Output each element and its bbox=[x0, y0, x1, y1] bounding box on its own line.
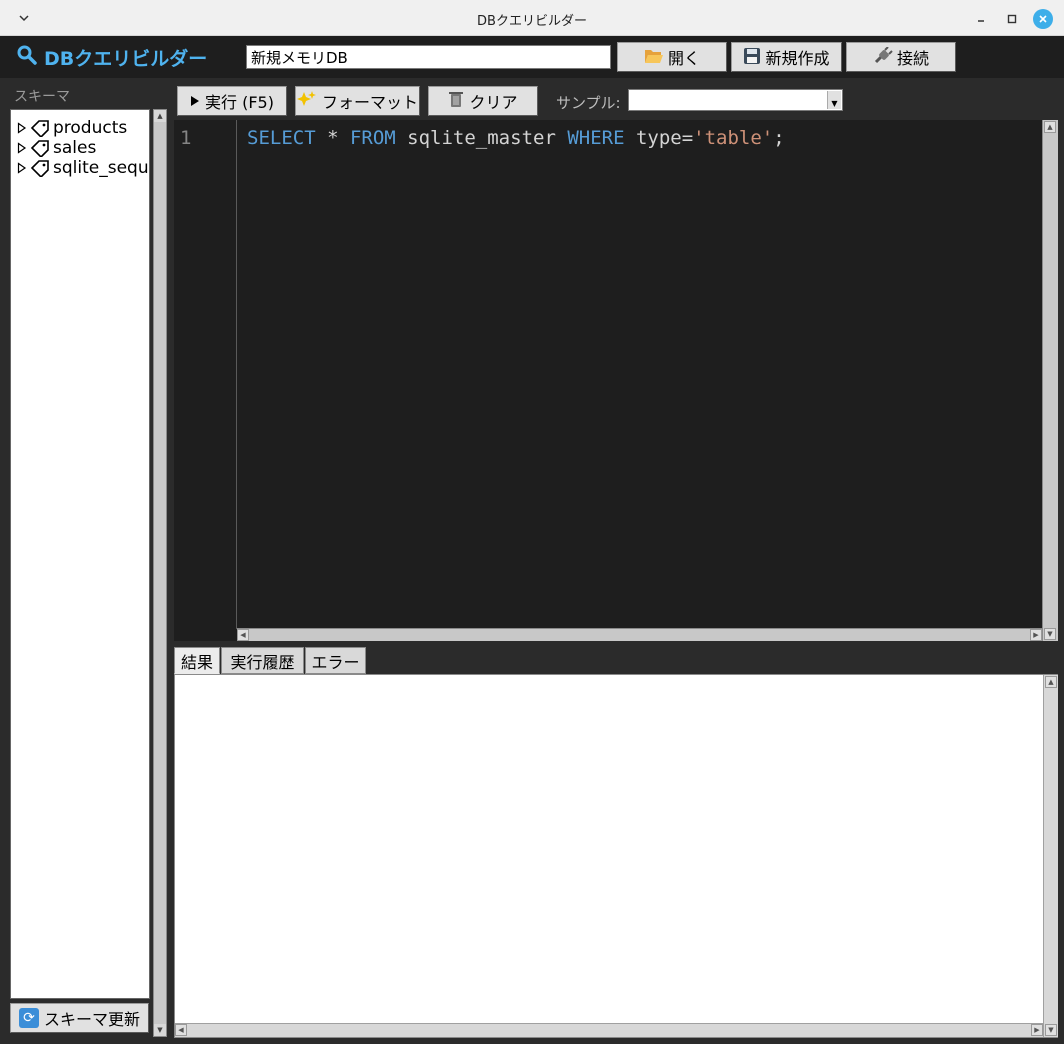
format-button-label: フォーマット bbox=[321, 93, 418, 112]
floppy-disk-icon bbox=[743, 47, 761, 68]
editor-horizontal-scrollbar[interactable]: ◀ ▶ bbox=[237, 628, 1042, 641]
sql-keyword: FROM bbox=[349, 127, 396, 149]
tab-history[interactable]: 実行履歴 bbox=[221, 647, 304, 674]
refresh-schema-label: スキーマ更新 bbox=[43, 1010, 140, 1029]
new-button[interactable]: 新規作成 bbox=[731, 42, 842, 72]
scroll-down-arrow-icon[interactable]: ▼ bbox=[1045, 1024, 1057, 1036]
result-tabs: 結果 実行履歴 エラー bbox=[174, 647, 1058, 674]
tab-errors[interactable]: エラー bbox=[305, 647, 366, 674]
schema-tree-item-sales[interactable]: sales bbox=[17, 138, 96, 158]
open-button-label: 開く bbox=[667, 49, 700, 68]
run-button-label: 実行 (F5) bbox=[205, 93, 274, 112]
editor-vertical-scrollbar[interactable]: ▲ ▼ bbox=[1042, 120, 1058, 641]
schema-table-name: sqlite_seque bbox=[53, 158, 150, 178]
dropdown-arrow-icon[interactable]: ▼ bbox=[827, 91, 841, 109]
scroll-down-arrow-icon[interactable]: ▼ bbox=[1044, 628, 1056, 640]
scroll-up-arrow-icon[interactable]: ▲ bbox=[1044, 121, 1056, 133]
close-button[interactable] bbox=[1032, 8, 1054, 30]
schema-table-name: sales bbox=[53, 138, 97, 158]
window-title: DBクエリビルダー bbox=[477, 14, 587, 29]
schema-tree[interactable]: products sales sqlite_seque bbox=[10, 109, 150, 999]
folder-open-icon bbox=[644, 47, 664, 68]
run-button[interactable]: 実行 (F5) bbox=[177, 86, 287, 116]
sql-editor[interactable]: 1 SELECT * FROM sqlite_master WHERE type… bbox=[174, 120, 1058, 641]
sample-label: サンプル: bbox=[556, 94, 621, 112]
expand-arrow-icon[interactable] bbox=[17, 142, 27, 154]
expand-arrow-icon[interactable] bbox=[17, 122, 27, 134]
sql-code[interactable]: SELECT * FROM sqlite_master WHERE type='… bbox=[247, 127, 785, 149]
scroll-right-arrow-icon[interactable]: ▶ bbox=[1030, 629, 1042, 641]
search-icon bbox=[16, 44, 38, 71]
scroll-left-arrow-icon[interactable]: ◀ bbox=[237, 629, 249, 641]
schema-scrollbar[interactable]: ▲ ▼ bbox=[153, 109, 167, 1037]
sql-string-literal: 'table' bbox=[693, 127, 774, 149]
scroll-down-arrow-icon[interactable]: ▼ bbox=[154, 1024, 166, 1036]
plug-icon bbox=[873, 45, 893, 68]
results-horizontal-scrollbar[interactable]: ◀ ▶ bbox=[175, 1023, 1043, 1037]
scroll-left-arrow-icon[interactable]: ◀ bbox=[175, 1024, 187, 1036]
clear-button-label: クリア bbox=[469, 93, 518, 112]
schema-tree-item-sqlite-sequence[interactable]: sqlite_seque bbox=[17, 158, 150, 178]
format-button[interactable]: フォーマット bbox=[295, 86, 420, 116]
sql-keyword: SELECT bbox=[247, 127, 316, 149]
results-vertical-scrollbar[interactable]: ▲ ▼ bbox=[1043, 675, 1058, 1037]
minimize-button[interactable] bbox=[970, 8, 992, 30]
tab-results[interactable]: 結果 bbox=[174, 647, 220, 674]
app-header: DBクエリビルダー 開く 新規作成 接続 bbox=[0, 36, 1064, 78]
schema-tree-item-products[interactable]: products bbox=[17, 118, 127, 138]
refresh-icon: ⟳ bbox=[18, 1008, 39, 1028]
scroll-up-arrow-icon[interactable]: ▲ bbox=[1045, 676, 1057, 688]
schema-table-name: products bbox=[53, 118, 128, 138]
sql-text: * bbox=[315, 127, 350, 149]
schema-sidebar: スキーマ products sales sqlite_seque ▲ ▼ ⟳ ス… bbox=[0, 78, 170, 1044]
window-titlebar: DBクエリビルダー bbox=[0, 0, 1064, 36]
sql-text: type= bbox=[624, 127, 694, 149]
editor-toolbar: 実行 (F5) フォーマット クリア サンプル: ▼ bbox=[170, 78, 1064, 118]
refresh-schema-button[interactable]: ⟳ スキーマ更新 bbox=[10, 1003, 149, 1033]
trash-can-icon bbox=[448, 90, 464, 112]
expand-arrow-icon[interactable] bbox=[17, 162, 27, 174]
line-number: 1 bbox=[180, 127, 192, 149]
connect-button-label: 接続 bbox=[896, 49, 929, 68]
app-body: DBクエリビルダー 開く 新規作成 接続 スキーマ bbox=[0, 36, 1064, 1044]
sparkles-icon bbox=[296, 90, 317, 112]
maximize-button[interactable] bbox=[1001, 8, 1023, 30]
app-title: DBクエリビルダー bbox=[44, 47, 208, 70]
sql-text: sqlite_master bbox=[395, 127, 568, 149]
sample-select[interactable]: ▼ bbox=[628, 89, 843, 111]
sql-keyword: WHERE bbox=[567, 127, 625, 149]
app-brand: DBクエリビルダー bbox=[16, 44, 207, 70]
new-button-label: 新規作成 bbox=[765, 49, 830, 68]
schema-label: スキーマ bbox=[14, 89, 70, 105]
table-tag-icon bbox=[30, 140, 49, 157]
line-number-gutter: 1 bbox=[174, 120, 237, 629]
table-tag-icon bbox=[30, 120, 49, 137]
scroll-up-arrow-icon[interactable]: ▲ bbox=[154, 110, 166, 122]
scroll-right-arrow-icon[interactable]: ▶ bbox=[1031, 1024, 1043, 1036]
clear-button[interactable]: クリア bbox=[428, 86, 538, 116]
open-button[interactable]: 開く bbox=[617, 42, 727, 72]
connect-button[interactable]: 接続 bbox=[846, 42, 956, 72]
play-icon bbox=[190, 92, 200, 111]
close-icon bbox=[1033, 9, 1053, 29]
results-panel[interactable]: ▲ ▼ ◀ ▶ bbox=[174, 674, 1058, 1038]
table-tag-icon bbox=[30, 160, 49, 177]
sql-text: ; bbox=[773, 127, 785, 149]
database-name-input[interactable] bbox=[246, 45, 611, 69]
